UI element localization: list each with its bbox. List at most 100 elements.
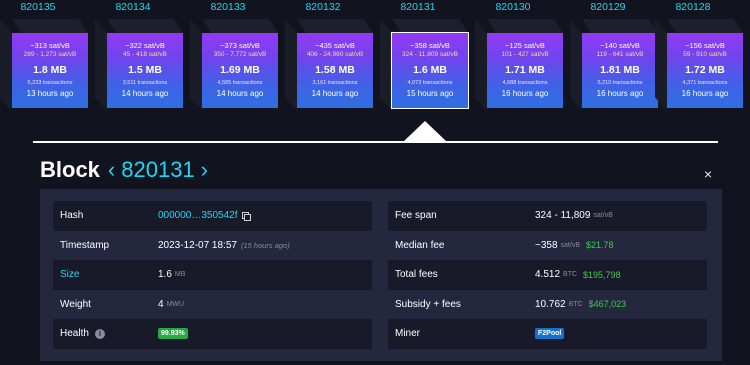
block-cube[interactable]: ~125 sat/vB 101 - 427 sat/vB 1.71 MB 4,6… xyxy=(487,33,563,108)
block-age: 14 hours ago xyxy=(311,89,359,98)
block-820130[interactable]: 820130 ~125 sat/vB 101 - 427 sat/vB 1.71… xyxy=(475,0,565,120)
block-cube[interactable]: ~313 sat/vB 289 - 1,273 sat/vB 1.8 MB 5,… xyxy=(12,33,88,108)
block-cube[interactable]: ~373 sat/vB 350 - 7,772 sat/vB 1.69 MB 4… xyxy=(202,33,278,108)
block-height-title: 820131 xyxy=(121,157,195,182)
block-height-link[interactable]: 820132 xyxy=(285,0,361,14)
timestamp-value: 2023-12-07 18:57 xyxy=(158,239,237,251)
copy-icon[interactable] xyxy=(241,212,251,222)
block-cube-selected[interactable]: ~358 sat/vB 324 - 11,809 sat/vB 1.6 MB 4… xyxy=(391,32,469,109)
block-cube-side xyxy=(285,19,297,111)
weight-label: Weight xyxy=(60,298,91,310)
total-fees-row: Total fees 4.512 BTC $195,798 xyxy=(388,260,707,290)
block-age: 14 hours ago xyxy=(216,89,264,98)
block-median-fee: ~358 sat/vB xyxy=(410,41,450,50)
fee-span-row: Fee span 324 - 11,809 sat/vB xyxy=(388,201,707,231)
block-fee-range: 59 - 910 sat/vB xyxy=(683,51,727,58)
block-size: 1.72 MB xyxy=(685,64,725,76)
block-height-link[interactable]: 820135 xyxy=(0,0,76,14)
size-row: Size 1.6 MB xyxy=(53,260,372,290)
block-cube[interactable]: ~435 sat/vB 406 - 24,960 sat/vB 1.58 MB … xyxy=(297,33,373,108)
hash-label: Hash xyxy=(60,210,84,222)
block-cube-top xyxy=(12,19,88,33)
block-tx-count: 3,161 transactions xyxy=(312,80,358,86)
block-820133[interactable]: 820133 ~373 sat/vB 350 - 7,772 sat/vB 1.… xyxy=(190,0,280,120)
block-cube-side xyxy=(655,19,667,111)
block-fee-range: 289 - 1,273 sat/vB xyxy=(23,51,77,58)
block-details-right: Fee span 324 - 11,809 sat/vB Median fee … xyxy=(388,201,707,349)
block-height-link[interactable]: 820128 xyxy=(655,0,731,14)
block-median-fee: ~156 sat/vB xyxy=(685,41,725,50)
page-title-label: Block xyxy=(40,157,100,182)
miner-badge[interactable]: F2Pool xyxy=(535,328,565,340)
info-icon[interactable]: i xyxy=(94,329,105,340)
block-820128[interactable]: 820128 ~156 sat/vB 59 - 910 sat/vB 1.72 … xyxy=(655,0,745,120)
hash-row: Hash 000000…350542f xyxy=(53,201,372,231)
block-cube[interactable]: ~322 sat/vB 45 - 418 sat/vB 1.5 MB 3,511… xyxy=(107,33,183,108)
block-height-link[interactable]: 820131 xyxy=(380,0,456,14)
chevron-right-icon[interactable]: › xyxy=(201,157,208,183)
block-median-fee: ~125 sat/vB xyxy=(505,41,545,50)
health-label-wrap: Health i xyxy=(53,328,158,340)
block-820135[interactable]: 820135 ~313 sat/vB 289 - 1,273 sat/vB 1.… xyxy=(0,0,90,120)
block-height-link[interactable]: 820134 xyxy=(95,0,171,14)
total-fees-usd: $195,798 xyxy=(583,269,621,280)
block-fee-range: 101 - 427 sat/vB xyxy=(501,51,549,58)
block-820131[interactable]: 820131 ~358 sat/vB 324 - 11,809 sat/vB 1… xyxy=(380,0,470,120)
subsidy-fees-usd: $467,023 xyxy=(588,299,627,310)
total-fees-unit: BTC xyxy=(563,271,578,279)
block-cube-top xyxy=(107,19,183,33)
timestamp-relative: (15 hours ago) xyxy=(240,240,290,250)
size-label-link[interactable]: Size xyxy=(53,269,158,280)
timestamp-row: Timestamp 2023-12-07 18:57 (15 hours ago… xyxy=(53,231,372,261)
block-height-link[interactable]: 820129 xyxy=(570,0,646,14)
weight-value: 4 xyxy=(158,298,164,310)
chevron-left-icon[interactable]: ‹ xyxy=(108,157,115,183)
block-820129[interactable]: 820129 ~140 sat/vB 119 - 641 sat/vB 1.81… xyxy=(570,0,660,120)
block-median-fee: ~435 sat/vB xyxy=(315,41,355,50)
block-fee-range: 119 - 641 sat/vB xyxy=(596,51,644,58)
block-age: 16 hours ago xyxy=(596,89,644,98)
hash-link[interactable]: 000000…350542f xyxy=(158,210,238,221)
block-820132[interactable]: 820132 ~435 sat/vB 406 - 24,960 sat/vB 1… xyxy=(285,0,375,120)
block-height-link[interactable]: 820130 xyxy=(475,0,551,14)
close-icon[interactable]: × xyxy=(704,166,712,182)
block-cube[interactable]: ~156 sat/vB 59 - 910 sat/vB 1.72 MB 4,37… xyxy=(667,33,743,108)
subsidy-fees-value: 10.762 xyxy=(535,298,566,310)
page-title: Block ‹ 820131 › xyxy=(40,155,208,185)
size-value: 1.6 xyxy=(158,269,172,281)
timestamp-label: Timestamp xyxy=(60,239,110,251)
block-median-fee: ~140 sat/vB xyxy=(600,41,640,50)
block-cube-side xyxy=(570,19,582,111)
block-fee-range: 324 - 11,809 sat/vB xyxy=(402,51,458,58)
block-cube-side xyxy=(380,19,392,111)
block-cube-side xyxy=(0,19,12,111)
block-size: 1.6 MB xyxy=(413,64,447,76)
block-age: 13 hours ago xyxy=(26,89,74,98)
fee-span-unit: sat/vB xyxy=(593,212,613,220)
block-cube[interactable]: ~140 sat/vB 119 - 641 sat/vB 1.81 MB 5,2… xyxy=(582,33,658,108)
block-820134[interactable]: 820134 ~322 sat/vB 45 - 418 sat/vB 1.5 M… xyxy=(95,0,185,120)
block-fee-range: 350 - 7,772 sat/vB xyxy=(213,51,267,58)
fee-span-value: 324 - 11,809 xyxy=(535,210,591,222)
section-divider xyxy=(33,141,718,143)
block-tx-count: 4,073 transactions xyxy=(407,80,453,86)
health-row: Health i 99.93% xyxy=(53,319,372,349)
block-age: 16 hours ago xyxy=(501,89,549,98)
subsidy-fees-label: Subsidy + fees xyxy=(395,298,461,310)
block-median-fee: ~373 sat/vB xyxy=(220,41,260,50)
block-height-link[interactable]: 820133 xyxy=(190,0,266,14)
selected-block-pointer xyxy=(404,121,446,141)
subsidy-fees-unit: BTC xyxy=(568,300,583,308)
miner-row: Miner F2Pool xyxy=(388,319,707,349)
block-size: 1.5 MB xyxy=(128,64,162,76)
block-cube-top xyxy=(582,19,658,33)
miner-label: Miner xyxy=(395,328,421,340)
block-size: 1.69 MB xyxy=(220,64,260,76)
block-cube-side xyxy=(475,19,487,111)
block-cube-top xyxy=(487,19,563,33)
subsidy-fees-row: Subsidy + fees 10.762 BTC $467,023 xyxy=(388,290,707,320)
block-tx-count: 4,585 transactions xyxy=(217,80,263,86)
weight-unit: MWU xyxy=(166,300,185,308)
health-badge: 99.93% xyxy=(158,328,188,340)
block-fee-range: 45 - 418 sat/vB xyxy=(123,51,167,58)
